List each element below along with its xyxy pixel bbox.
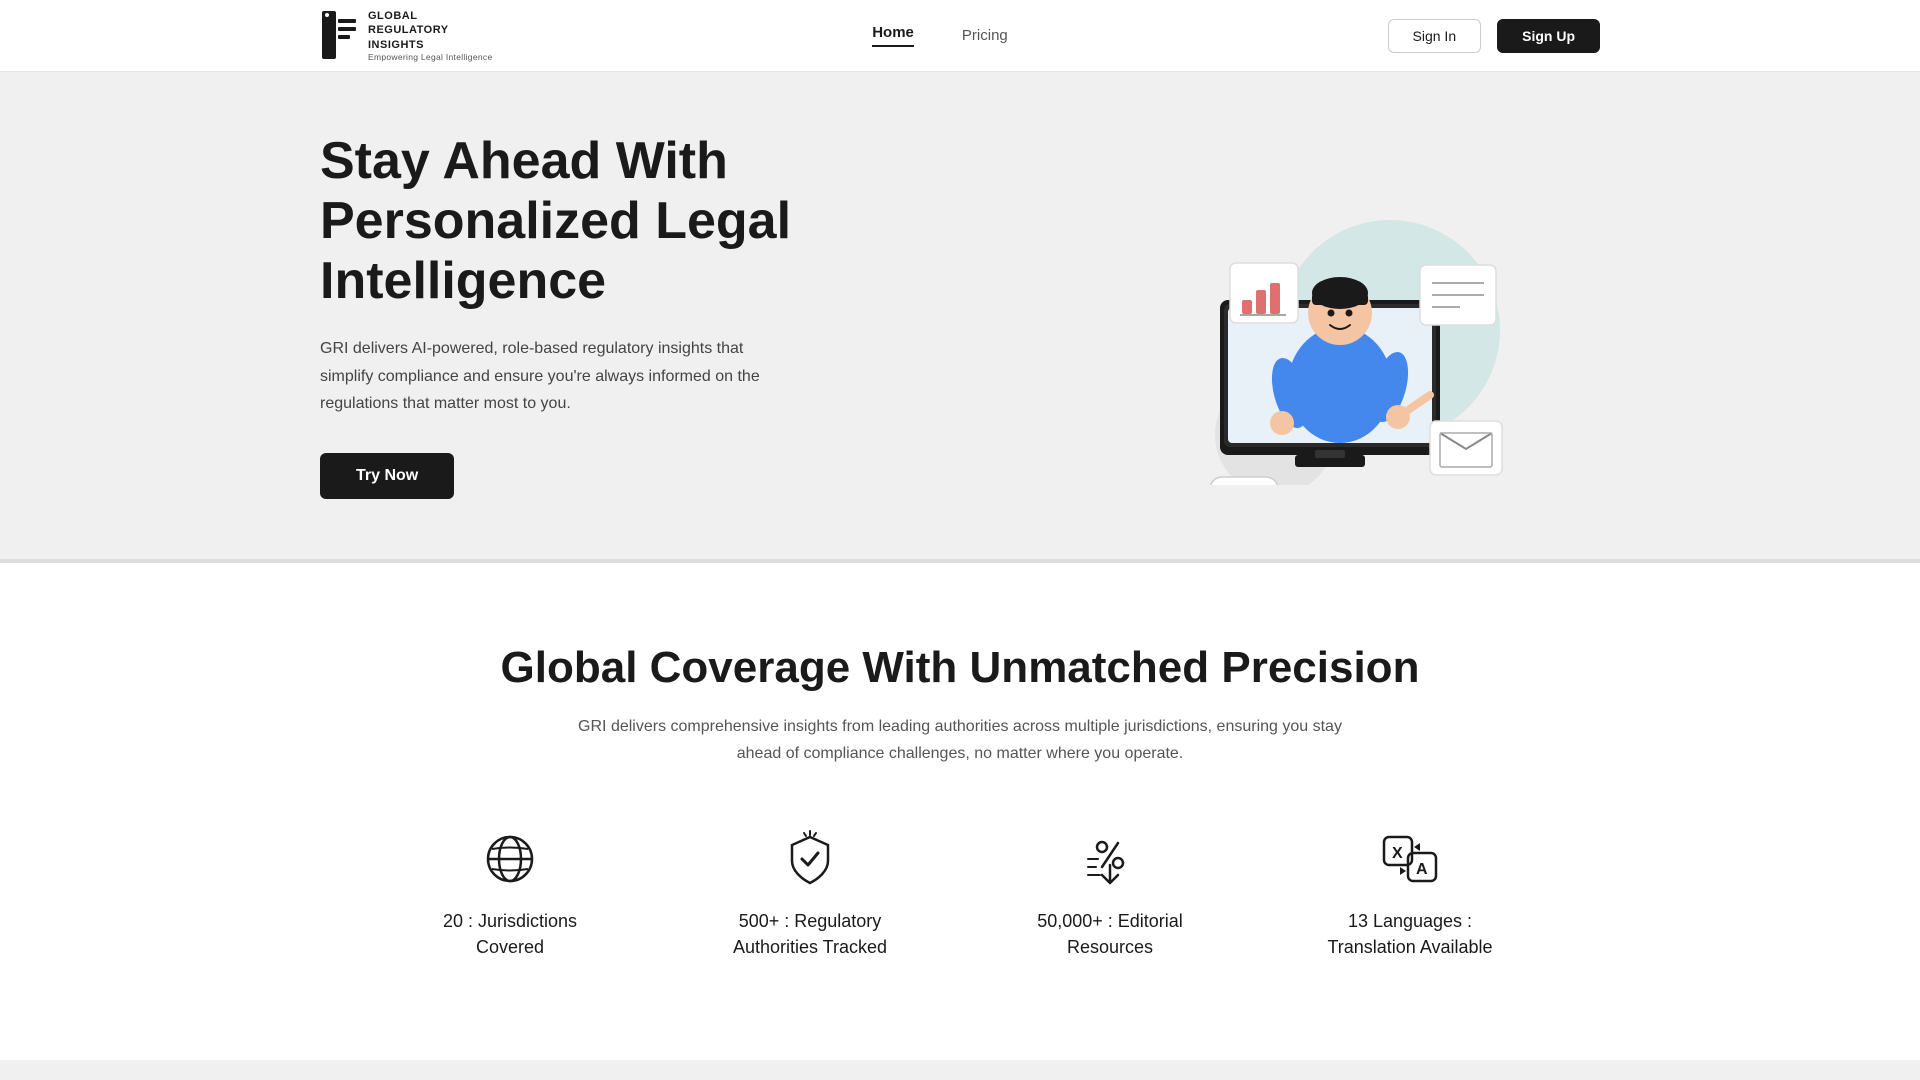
nav-pricing[interactable]: Pricing xyxy=(962,27,1008,44)
stat-authorities: 500+ : Regulatory Authorities Tracked xyxy=(710,827,910,959)
logo-icon xyxy=(320,9,358,61)
stats-section: Global Coverage With Unmatched Precision… xyxy=(0,563,1920,1060)
hero-illustration xyxy=(1000,145,1600,485)
stats-title: Global Coverage With Unmatched Precision xyxy=(320,643,1600,693)
svg-text:X: X xyxy=(1392,845,1403,862)
logo-subtitle: Empowering Legal Intelligence xyxy=(368,52,492,62)
stat-authorities-label: 500+ : Regulatory Authorities Tracked xyxy=(710,909,910,959)
nav-actions: Sign In Sign Up xyxy=(1388,19,1600,53)
logo-text: GLOBAL REGULATORY INSIGHTS Empowering Le… xyxy=(368,9,492,62)
nav-links: Home Pricing xyxy=(872,24,1008,47)
stat-languages: X A 13 Languages : Translation Available xyxy=(1310,827,1510,959)
translate-icon: X A xyxy=(1378,827,1442,891)
hero-title: Stay Ahead With Personalized Legal Intel… xyxy=(320,132,920,311)
chart-down-percent-icon xyxy=(1078,827,1142,891)
hero-description: GRI delivers AI-powered, role-based regu… xyxy=(320,335,800,417)
stat-languages-label: 13 Languages : Translation Available xyxy=(1310,909,1510,959)
hero-content: Stay Ahead With Personalized Legal Intel… xyxy=(320,132,920,499)
stat-resources-label: 50,000+ : Editorial Resources xyxy=(1010,909,1210,959)
hero-section: Stay Ahead With Personalized Legal Intel… xyxy=(0,72,1920,559)
stats-grid: 20 : Jurisdictions Covered 500+ : Regula… xyxy=(320,827,1600,959)
nav-home[interactable]: Home xyxy=(872,24,914,47)
shield-check-icon xyxy=(778,827,842,891)
navbar: GLOBAL REGULATORY INSIGHTS Empowering Le… xyxy=(0,0,1920,72)
svg-text:A: A xyxy=(1416,861,1428,878)
stat-jurisdictions: 20 : Jurisdictions Covered xyxy=(410,827,610,959)
globe-icon xyxy=(478,827,542,891)
logo[interactable]: GLOBAL REGULATORY INSIGHTS Empowering Le… xyxy=(320,9,492,62)
stat-jurisdictions-label: 20 : Jurisdictions Covered xyxy=(410,909,610,959)
stats-description: GRI delivers comprehensive insights from… xyxy=(560,713,1360,767)
signin-button[interactable]: Sign In xyxy=(1388,19,1482,53)
try-now-button[interactable]: Try Now xyxy=(320,453,454,499)
stat-resources: 50,000+ : Editorial Resources xyxy=(1010,827,1210,959)
signup-button[interactable]: Sign Up xyxy=(1497,19,1600,53)
logo-title: GLOBAL REGULATORY INSIGHTS xyxy=(368,9,492,52)
